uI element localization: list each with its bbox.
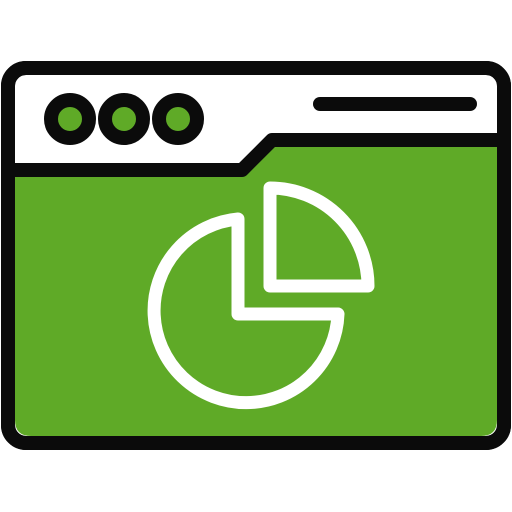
content-panel: [15, 140, 497, 436]
window-dot: [98, 93, 150, 145]
window-dot: [44, 93, 96, 145]
window-dot: [152, 93, 204, 145]
icon-graphic: [1, 61, 511, 450]
browser-pie-chart-icon: [0, 0, 512, 512]
window-controls: [44, 93, 204, 145]
